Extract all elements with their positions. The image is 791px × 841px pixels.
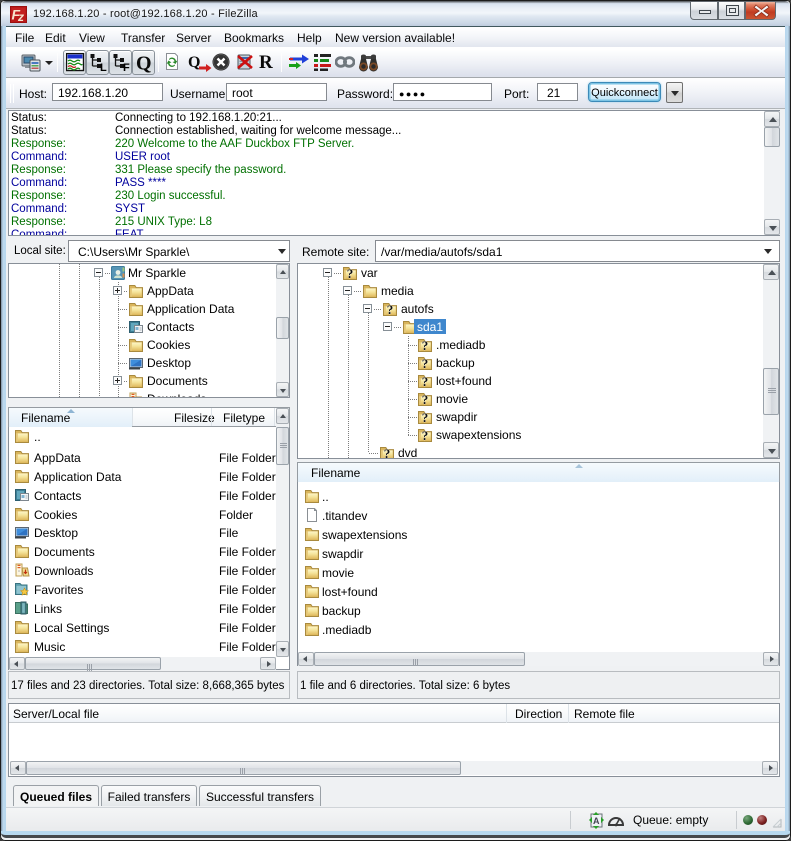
svg-text:Q: Q xyxy=(136,53,152,73)
svg-text:R: R xyxy=(259,52,273,72)
svg-text:F: F xyxy=(123,62,130,72)
svg-text:L: L xyxy=(100,62,107,72)
svg-text:z: z xyxy=(17,10,24,23)
svg-text:A: A xyxy=(593,816,600,826)
svg-text:Q: Q xyxy=(188,54,200,71)
